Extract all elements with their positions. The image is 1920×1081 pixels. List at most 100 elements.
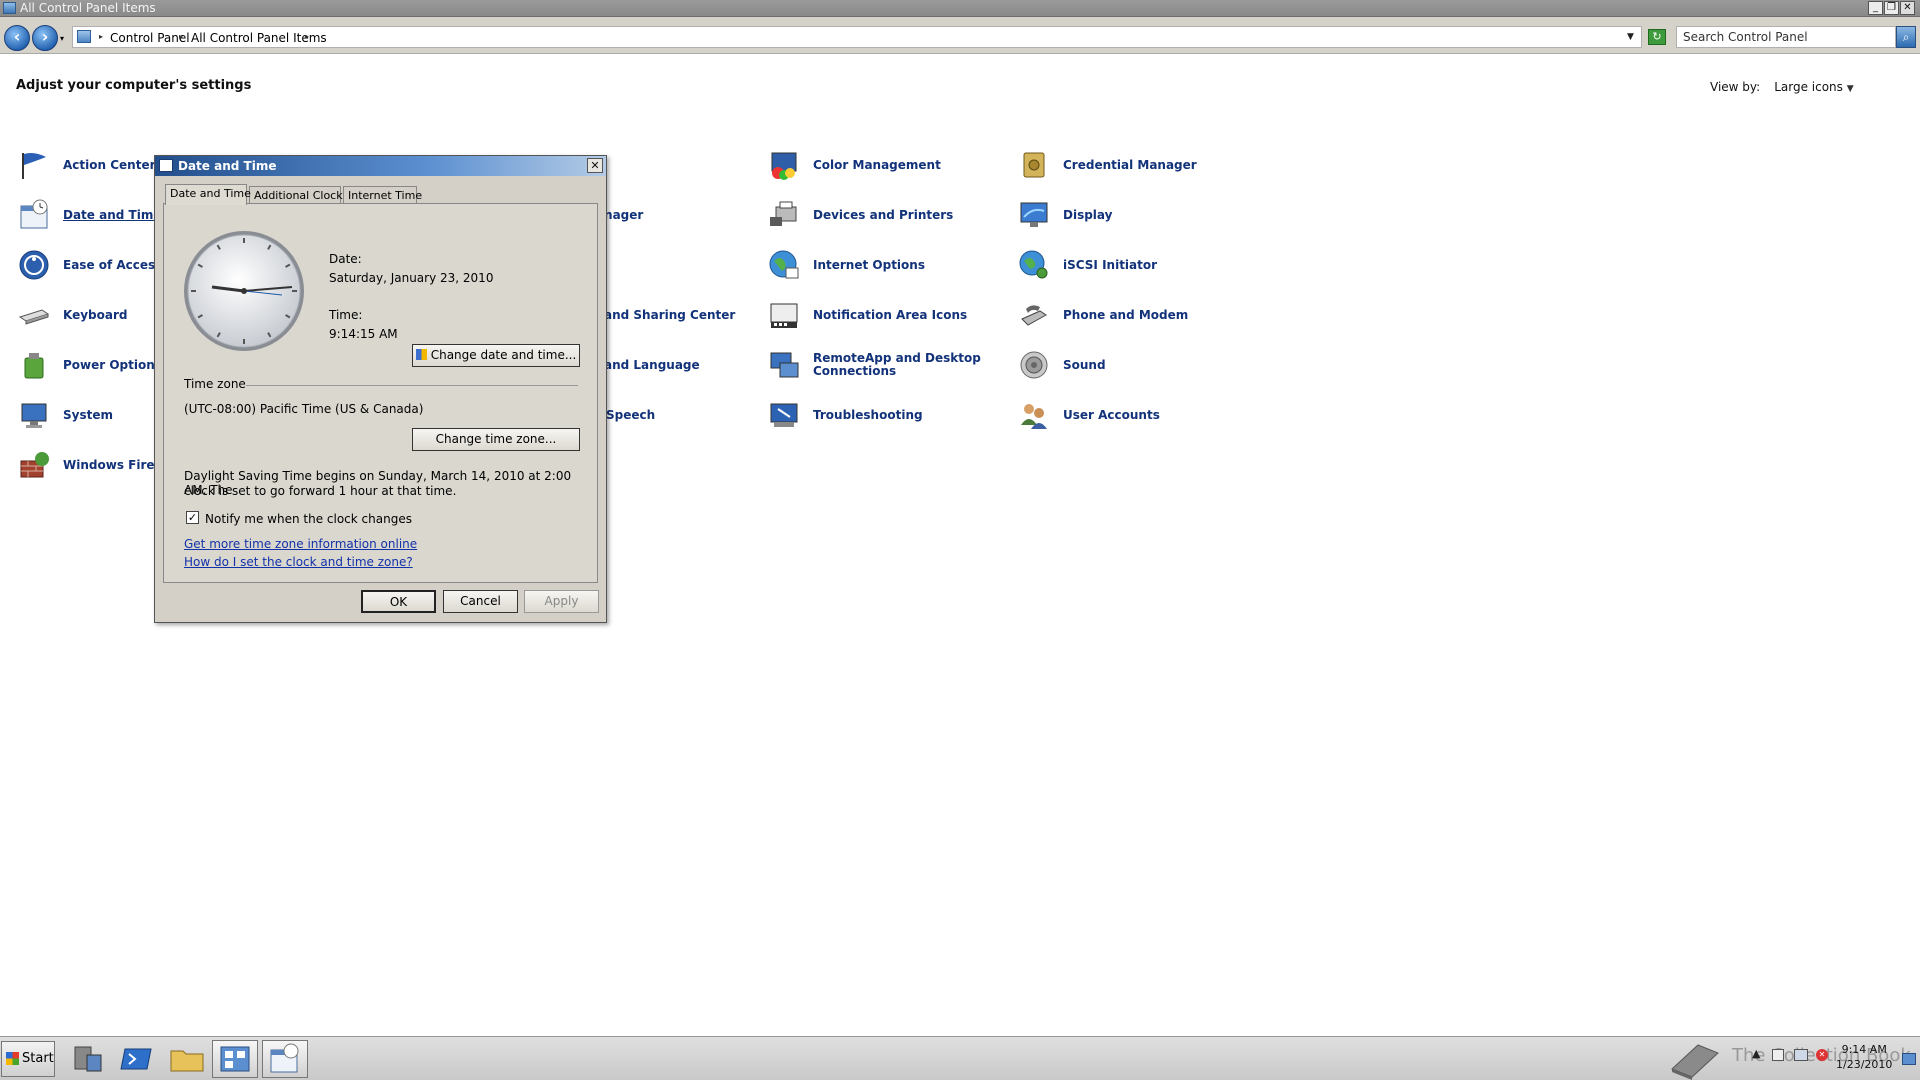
- view-by-value[interactable]: Large icons: [1774, 80, 1843, 94]
- timezone-info-link[interactable]: Get more time zone information online: [184, 537, 417, 551]
- taskbar-date-time[interactable]: [262, 1040, 308, 1078]
- cp-item-partial-speech[interactable]: Speech: [606, 399, 655, 431]
- taskbar-explorer[interactable]: [164, 1040, 210, 1078]
- notify-label: Notify me when the clock changes: [205, 512, 412, 526]
- cp-item-troubleshooting[interactable]: Troubleshooting: [768, 399, 923, 431]
- dialog-close-button[interactable]: ✕: [587, 158, 603, 173]
- error-tray-icon[interactable]: ✕: [1816, 1049, 1828, 1061]
- tab-additional-clocks[interactable]: Additional Clocks: [249, 186, 348, 204]
- windows-logo-icon: [6, 1052, 19, 1065]
- cp-item-date-time[interactable]: Date and Time: [18, 199, 161, 231]
- address-dropdown-icon[interactable]: ▼: [1627, 32, 1634, 42]
- monitor-icon: [1020, 202, 1048, 227]
- cp-item-credential-manager[interactable]: Credential Manager: [1018, 149, 1197, 181]
- cp-item-display[interactable]: Display: [1018, 199, 1112, 231]
- recent-pages-dropdown[interactable]: ▾: [60, 34, 64, 43]
- remote-desktop-icon: [770, 352, 799, 378]
- search-input[interactable]: Search Control Panel: [1676, 26, 1896, 48]
- forward-button[interactable]: ›: [32, 25, 58, 51]
- cp-item-ease-of-access[interactable]: Ease of Access C: [18, 249, 175, 281]
- change-date-time-label: Change date and time...: [430, 348, 577, 362]
- dialog-titlebar: Date and Time ✕: [155, 156, 606, 176]
- speaker-icon: [1020, 351, 1048, 379]
- restore-button[interactable]: ❐: [1884, 1, 1899, 15]
- cp-item-user-accounts[interactable]: User Accounts: [1018, 399, 1160, 431]
- keyboard-icon: [18, 309, 50, 325]
- refresh-icon[interactable]: ↻: [1648, 29, 1666, 45]
- phone-icon: [1021, 305, 1047, 326]
- view-by[interactable]: View by: Large icons ▼: [1710, 80, 1854, 94]
- tab-date-and-time[interactable]: Date and Time: [165, 184, 251, 205]
- cp-item-partial-sharing-center[interactable]: and Sharing Center: [604, 299, 735, 331]
- network-tray-icon[interactable]: [1794, 1049, 1808, 1061]
- system-clock[interactable]: 9:14 AM 1/23/2010: [1836, 1042, 1892, 1072]
- cp-item-internet-options[interactable]: Internet Options: [768, 249, 925, 281]
- cp-item-system[interactable]: System: [18, 399, 113, 431]
- vault-icon: [1023, 152, 1045, 178]
- tab-internet-time[interactable]: Internet Time: [343, 186, 422, 204]
- powershell-icon: [120, 1048, 152, 1070]
- page-title: Adjust your computer's settings: [16, 78, 252, 93]
- view-by-label: View by:: [1710, 80, 1761, 94]
- show-hidden-icons[interactable]: ▲: [1752, 1047, 1760, 1060]
- ok-button[interactable]: OK: [361, 590, 436, 613]
- cp-item-sound[interactable]: Sound: [1018, 349, 1106, 381]
- change-date-time-button[interactable]: Change date and time...: [412, 344, 580, 367]
- breadcrumb-arrow-icon[interactable]: ▸: [179, 32, 183, 41]
- ease-of-access-icon: [19, 250, 49, 280]
- notification-area-icon: [770, 303, 798, 328]
- cp-item-devices-printers[interactable]: Devices and Printers: [768, 199, 953, 231]
- taskbar-control-panel[interactable]: [212, 1040, 258, 1078]
- window-title: All Control Panel Items: [20, 1, 156, 15]
- start-label: Start: [22, 1051, 54, 1066]
- start-button[interactable]: Start: [1, 1041, 55, 1077]
- calendar-clock-icon: [20, 199, 48, 229]
- cp-item-remoteapp[interactable]: RemoteApp and Desktop Connections: [768, 349, 981, 381]
- close-button[interactable]: ✕: [1900, 1, 1915, 15]
- calendar-clock-icon: [159, 159, 173, 172]
- cp-item-partial-language[interactable]: and Language: [604, 349, 700, 381]
- server-manager-icon: [74, 1046, 102, 1072]
- date-label: Date:: [329, 252, 362, 266]
- cp-item-phone-modem[interactable]: Phone and Modem: [1018, 299, 1188, 331]
- search-icon[interactable]: ⌕: [1896, 26, 1916, 48]
- cp-item-notification-area-icons[interactable]: Notification Area Icons: [768, 299, 967, 331]
- date-value: Saturday, January 23, 2010: [329, 271, 494, 285]
- action-center-tray-icon[interactable]: [1772, 1049, 1784, 1061]
- notify-checkbox[interactable]: ✓: [186, 511, 199, 524]
- iscsi-globe-icon: [1019, 250, 1048, 279]
- taskbar-powershell[interactable]: [114, 1040, 160, 1078]
- remoteapp-label: RemoteApp and Desktop Connections: [813, 351, 981, 378]
- breadcrumb-arrow-icon[interactable]: ▸: [99, 32, 103, 41]
- troubleshoot-icon: [770, 403, 798, 427]
- tab-panel: Date: Saturday, January 23, 2010 Time: 9…: [163, 203, 598, 583]
- chevron-down-icon[interactable]: ▼: [1847, 84, 1854, 94]
- address-field[interactable]: ▸ Control Panel ▸ All Control Panel Item…: [72, 26, 1642, 48]
- analog-clock: [184, 231, 304, 351]
- book-logo-icon: [1671, 1044, 1719, 1080]
- help-link[interactable]: How do I set the clock and time zone?: [184, 555, 413, 569]
- minimize-button[interactable]: _: [1868, 1, 1883, 15]
- clock-date: 1/23/2010: [1836, 1058, 1893, 1071]
- cancel-button[interactable]: Cancel: [443, 590, 518, 613]
- dst-info-line2: clock is set to go forward 1 hour at tha…: [184, 484, 457, 498]
- taskbar-server-manager[interactable]: [64, 1040, 110, 1078]
- change-timezone-button[interactable]: Change time zone...: [412, 428, 580, 451]
- time-value: 9:14:15 AM: [329, 327, 398, 341]
- computer-icon: [21, 403, 47, 428]
- cp-item-action-center[interactable]: Action Center: [18, 149, 156, 181]
- cp-item-keyboard[interactable]: Keyboard: [18, 299, 128, 331]
- show-desktop-button[interactable]: [1902, 1053, 1916, 1065]
- firewall-icon: [20, 452, 49, 478]
- cp-item-power-options[interactable]: Power Options: [18, 349, 162, 381]
- back-button[interactable]: ‹: [4, 25, 30, 51]
- breadcrumb-arrow-icon[interactable]: ▸: [305, 32, 309, 41]
- apply-button[interactable]: Apply: [524, 590, 599, 613]
- color-management-icon: [771, 152, 797, 180]
- flag-icon: [22, 153, 46, 179]
- cp-item-color-management[interactable]: Color Management: [768, 149, 941, 181]
- breadcrumb-control-panel[interactable]: Control Panel: [110, 31, 190, 45]
- control-panel-icon: [220, 1046, 250, 1072]
- cp-item-iscsi-initiator[interactable]: iSCSI Initiator: [1018, 249, 1157, 281]
- timezone-heading: Time zone: [184, 377, 246, 391]
